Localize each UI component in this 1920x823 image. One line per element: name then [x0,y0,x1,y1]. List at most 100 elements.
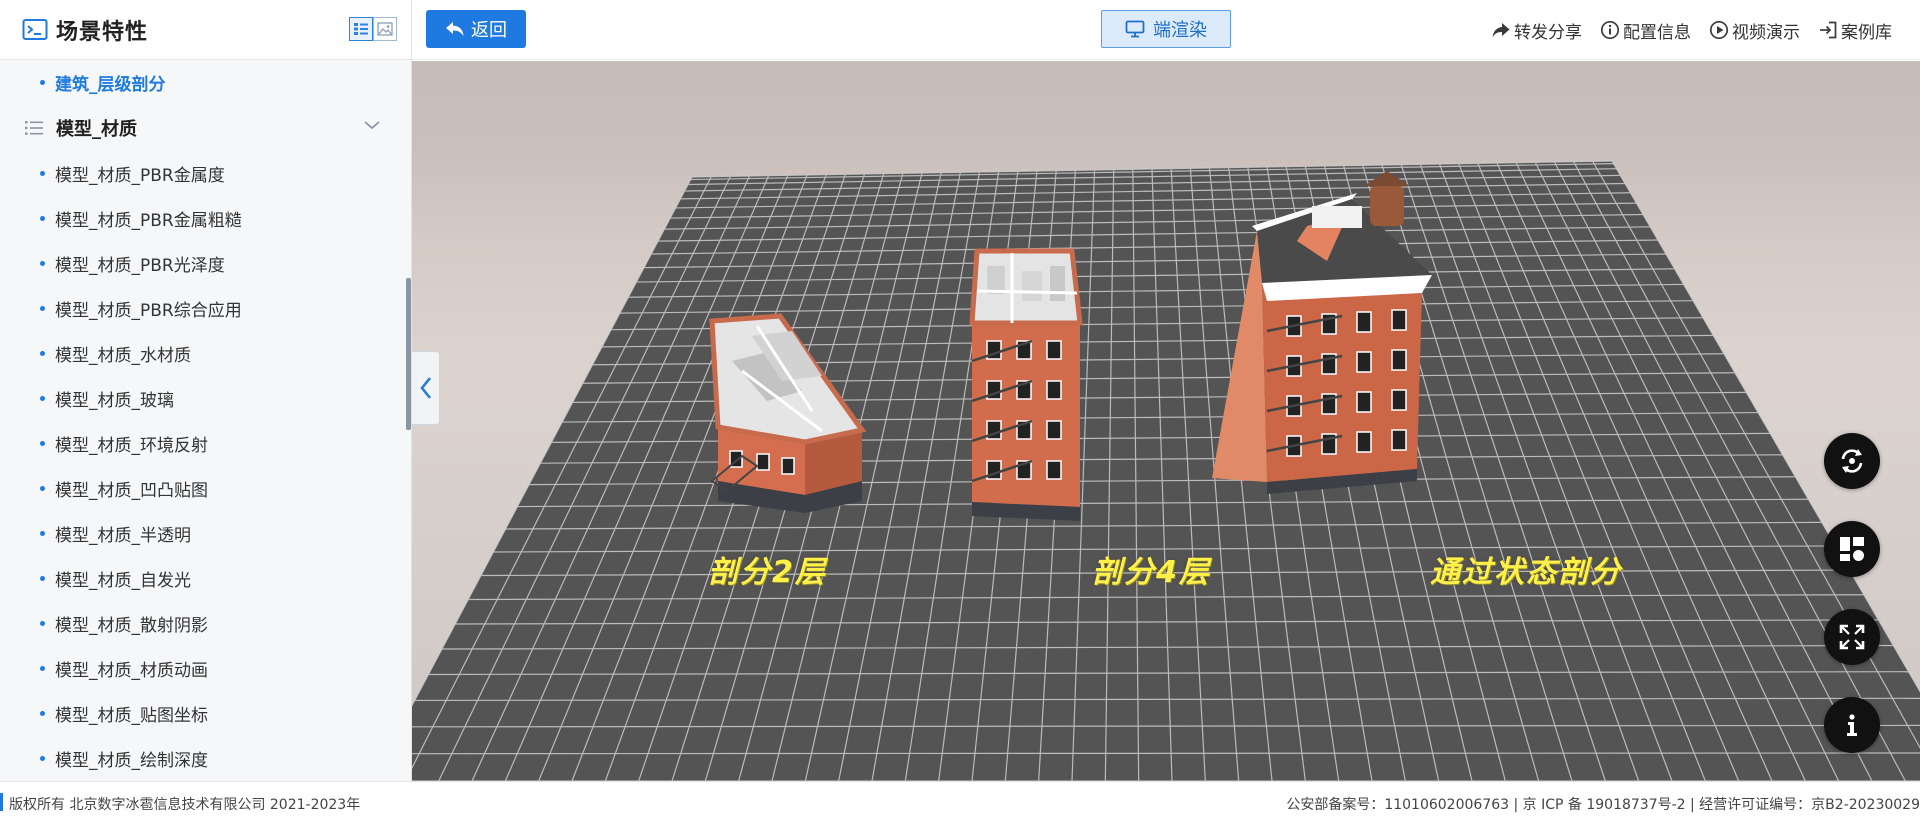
video-button[interactable]: 视频演示 [1709,18,1800,43]
sidebar-item[interactable]: 模型_材质_PBR金属粗糙 [0,196,405,241]
sidebar-item-label: 建筑_层级剖分 [55,75,166,95]
video-label: 视频演示 [1732,22,1800,43]
view-toggle [349,17,397,41]
bullet [40,351,45,356]
config-button[interactable]: 配置信息 [1600,18,1691,43]
image-view-icon [377,22,393,36]
info-icon [1847,714,1857,736]
sidebar-item[interactable]: 模型_材质_自发光 [0,556,405,601]
config-label: 配置信息 [1623,22,1691,43]
sidebar-item[interactable]: 模型_材质_玻璃 [0,376,405,421]
bullet [40,216,45,221]
scene-canvas [412,160,1920,781]
sidebar-item[interactable]: 模型_材质_绘制深度 [0,736,405,781]
sidebar-item-label: 模型_材质_凹凸贴图 [55,481,208,501]
sidebar-item[interactable]: 模型_材质_PBR金属度 [0,151,405,196]
sidebar-item-label: 模型_材质_玻璃 [55,391,174,411]
topbar: 返回 端渲染 转发分享 配置信息 视频演示 案例库 [412,0,1920,60]
chevron-left-icon [419,377,431,399]
bullet [40,531,45,536]
sidebar-item[interactable]: 模型_材质_PBR综合应用 [0,286,405,331]
list-icon [25,121,43,135]
sidebar: 场景特性 建筑_层级剖分 模型_材质 模型_材质_PBR金属度 模型_材质_PB… [0,0,412,781]
back-button-label: 返回 [471,20,507,41]
icp-text: 公安部备案号：11010602006763 | 京 ICP 备 19018737… [1286,797,1920,813]
footer: 版权所有 北京数字冰雹信息技术有限公司 2021-2023年 公安部备案号：11… [0,781,1920,823]
sidebar-item-label: 模型_材质_散射阴影 [55,616,208,636]
sidebar-item-label: 模型_材质_PBR光泽度 [55,256,225,276]
copyright-text: 版权所有 北京数字冰雹信息技术有限公司 2021-2023年 [9,797,361,813]
play-circle-icon [1709,20,1729,40]
sidebar-item-label: 模型_材质_自发光 [55,571,191,591]
sidebar-list: 建筑_层级剖分 模型_材质 模型_材质_PBR金属度 模型_材质_PBR金属粗糙… [0,60,405,781]
bullet [40,666,45,671]
bullet [40,80,45,85]
sidebar-item-label: 模型_材质_贴图坐标 [55,706,208,726]
rotate-icon [1841,449,1863,473]
bullet [40,171,45,176]
chevron-down-icon[interactable] [363,119,381,131]
cases-label: 案例库 [1841,22,1892,43]
share-label: 转发分享 [1514,22,1582,43]
sidebar-header: 场景特性 [0,0,411,60]
render-button[interactable]: 端渲染 [1101,10,1231,48]
scene-label-state-cut: 通过状态剖分 [1430,555,1622,590]
bullet [40,396,45,401]
sidebar-item-label: 模型_材质_绘制深度 [55,751,208,771]
sidebar-item[interactable]: 模型_材质_PBR光泽度 [0,241,405,286]
building-cut-4-floors [969,248,1083,521]
share-button[interactable]: 转发分享 [1491,18,1582,43]
bullet [40,441,45,446]
sidebar-group-label: 模型_材质 [56,119,137,140]
bullet [40,621,45,626]
image-view-button[interactable] [373,17,397,41]
sidebar-scrollbar[interactable] [406,278,411,430]
sidebar-item-label: 模型_材质_PBR金属粗糙 [55,211,242,231]
ground-grid [412,160,1920,781]
sidebar-item[interactable]: 模型_材质_水材质 [0,331,405,376]
info-circle-icon [1600,20,1620,40]
sidebar-item-label: 模型_材质_PBR综合应用 [55,301,242,321]
terminal-icon [22,18,48,40]
sidebar-item[interactable]: 模型_材质_贴图坐标 [0,691,405,736]
info-button[interactable] [1824,697,1880,753]
bullet [40,711,45,716]
collapse-sidebar-button[interactable] [412,351,440,425]
bullet [40,486,45,491]
sidebar-item-label: 模型_材质_水材质 [55,346,191,366]
list-view-button[interactable] [349,17,373,41]
sidebar-group-materials[interactable]: 模型_材质 [0,105,405,151]
layout-button[interactable] [1824,521,1880,577]
top-actions: 转发分享 配置信息 视频演示 案例库 [1473,0,1892,60]
render-button-label: 端渲染 [1153,20,1207,41]
list-view-icon [354,23,368,35]
bullet [40,576,45,581]
sidebar-item-label: 模型_材质_半透明 [55,526,191,546]
login-icon [1820,21,1837,39]
back-button[interactable]: 返回 [426,10,526,48]
sidebar-item[interactable]: 模型_材质_材质动画 [0,646,405,691]
bullet [40,261,45,266]
monitor-icon [1125,20,1145,38]
sidebar-item-label: 模型_材质_PBR金属度 [55,166,225,186]
sidebar-item[interactable]: 模型_材质_环境反射 [0,421,405,466]
share-icon [1492,23,1510,38]
sidebar-item-label: 模型_材质_材质动画 [55,661,208,681]
sidebar-item[interactable]: 模型_材质_散射阴影 [0,601,405,646]
sidebar-item[interactable]: 模型_材质_凹凸贴图 [0,466,405,511]
dashboard-icon [1840,537,1864,561]
3d-viewport[interactable]: 剖分2层 剖分4层 通过状态剖分 [412,61,1920,781]
bullet [40,306,45,311]
rotate-view-button[interactable] [1824,433,1880,489]
sidebar-item-label: 模型_材质_环境反射 [55,436,208,456]
expand-icon [1839,624,1865,650]
cases-button[interactable]: 案例库 [1818,18,1892,43]
scene-label-2-floors: 剖分2层 [708,555,827,590]
sidebar-item[interactable]: 模型_材质_半透明 [0,511,405,556]
scene-label-4-floors: 剖分4层 [1092,555,1211,590]
back-arrow-icon [446,22,464,36]
bullet [40,756,45,761]
sidebar-item-active[interactable]: 建筑_层级剖分 [0,60,405,105]
footer-accent-bar [0,793,3,811]
fullscreen-button[interactable] [1824,609,1880,665]
